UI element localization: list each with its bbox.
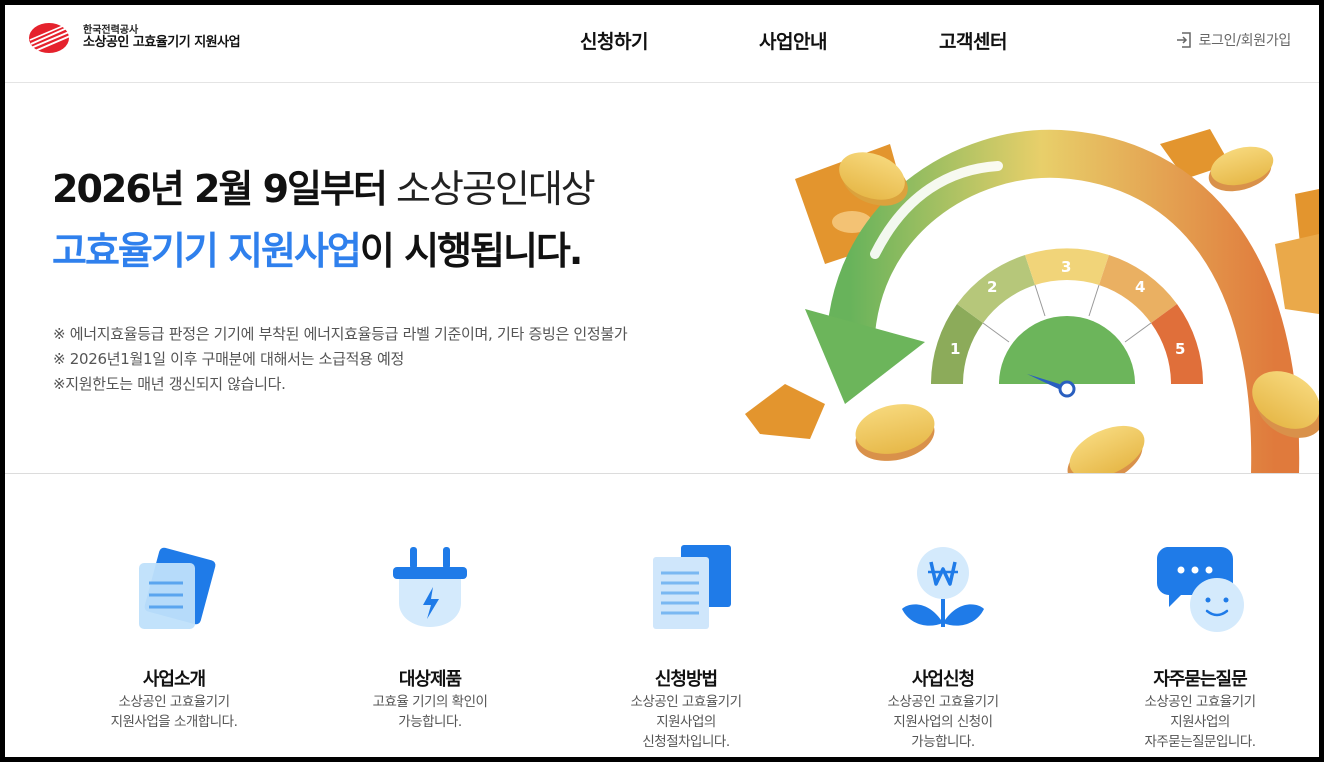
headline-program: 고효율기기 지원사업 (52, 229, 362, 273)
service-title: 자주묻는질문 (1153, 669, 1247, 690)
headline-suffix: 이 시행됩니다. (359, 229, 583, 273)
bill-icon (1275, 234, 1319, 314)
desc-line: 신청절차입니다. (642, 734, 730, 750)
coin-icon (1067, 425, 1145, 473)
kepco-logo-icon (29, 23, 71, 53)
gauge-label: 3 (1061, 258, 1071, 276)
desc-line: 가능합니다. (398, 714, 462, 730)
chat-icon (1156, 547, 1244, 632)
desc-line: 가능합니다. (911, 734, 975, 750)
service-description: 고효율 기기의 확인이 가능합니다. (330, 692, 530, 732)
plug-icon (393, 547, 467, 627)
gauge-label: 2 (987, 278, 997, 296)
page: 한국전력공사 소상공인 고효율기기 지원사업 신청하기 사업안내 고객센터 로그… (5, 5, 1319, 757)
note-item: ※ 에너지효율등급 판정은 기기에 부착된 에너지효율등급 라벨 기준이며, 기… (53, 325, 628, 343)
gauge-label: 1 (950, 340, 960, 358)
hero-notes: ※ 에너지효율등급 판정은 기기에 부착된 에너지효율등급 라벨 기준이며, 기… (53, 322, 628, 397)
desc-line: 소상공인 고효율기기 (1144, 694, 1256, 710)
desc-line: 지원사업의 신청이 (893, 714, 993, 730)
desc-line: 자주묻는질문입니다. (1144, 734, 1256, 750)
desc-line: 지원사업을 소개합니다. (110, 714, 238, 730)
service-title: 대상제품 (398, 669, 462, 690)
nav-business-guide[interactable]: 사업안내 (759, 27, 827, 54)
note-item: ※ 2026년1월1일 이후 구매분에 대해서는 소급적용 예정 (53, 350, 405, 368)
service-description: 소상공인 고효율기기 지원사업의 신청절차입니다. (586, 692, 786, 752)
service-description: 소상공인 고효율기기 지원사업의 자주묻는질문입니다. (1100, 692, 1300, 752)
nav-apply[interactable]: 신청하기 (580, 27, 648, 54)
document-icon (139, 547, 216, 629)
efficiency-gauge: 1 2 3 4 5 (931, 248, 1203, 398)
files-icon (653, 545, 731, 629)
login-label: 로그인/회원가입 (1198, 33, 1292, 49)
service-description: 소상공인 고효율기기 지원사업을 소개합니다. (74, 692, 274, 732)
desc-line: 지원사업의 (656, 714, 716, 730)
service-title: 사업신청 (911, 669, 975, 690)
logo-site-title: 소상공인 고효율기기 지원사업 (83, 35, 241, 51)
login-signup-link[interactable]: 로그인/회원가입 (1175, 30, 1291, 50)
note-item: ※지원한도는 매년 갱신되지 않습니다. (53, 375, 286, 393)
headline-date: 2026년 2월 9일부터 (52, 167, 388, 211)
desc-line: 고효율 기기의 확인이 (372, 694, 488, 710)
gauge-label: 5 (1175, 340, 1185, 358)
headline-target: 소상공인대상 (385, 167, 596, 211)
desc-line: 소상공인 고효율기기 (887, 694, 999, 710)
desc-line: 소상공인 고효율기기 (630, 694, 742, 710)
bill-icon (745, 384, 825, 439)
login-icon (1176, 32, 1191, 48)
coin-icon (855, 404, 935, 461)
hero-banner: 2026년 2월 9일부터 소상공인대상 고효율기기 지원사업이 시행됩니다. … (5, 84, 1319, 474)
service-menu: 사업소개 소상공인 고효율기기 지원사업을 소개합니다. 대상제품 고효율 기기… (5, 475, 1319, 757)
desc-line: 소상공인 고효율기기 (118, 694, 230, 710)
logo[interactable]: 한국전력공사 소상공인 고효율기기 지원사업 (27, 22, 241, 54)
won-plant-icon (902, 547, 984, 627)
nav-customer-center[interactable]: 고객센터 (939, 27, 1007, 54)
service-title: 사업소개 (142, 669, 206, 690)
service-title: 신청방법 (654, 669, 718, 690)
hero-headline: 2026년 2월 9일부터 소상공인대상 고효율기기 지원사업이 시행됩니다. (52, 158, 596, 282)
desc-line: 지원사업의 (1170, 714, 1230, 730)
efficiency-gauge-illustration: 1 2 3 4 5 (745, 129, 1319, 473)
service-description: 소상공인 고효율기기 지원사업의 신청이 가능합니다. (843, 692, 1043, 752)
gauge-label: 4 (1135, 278, 1145, 296)
site-header: 한국전력공사 소상공인 고효율기기 지원사업 신청하기 사업안내 고객센터 로그… (5, 5, 1319, 83)
